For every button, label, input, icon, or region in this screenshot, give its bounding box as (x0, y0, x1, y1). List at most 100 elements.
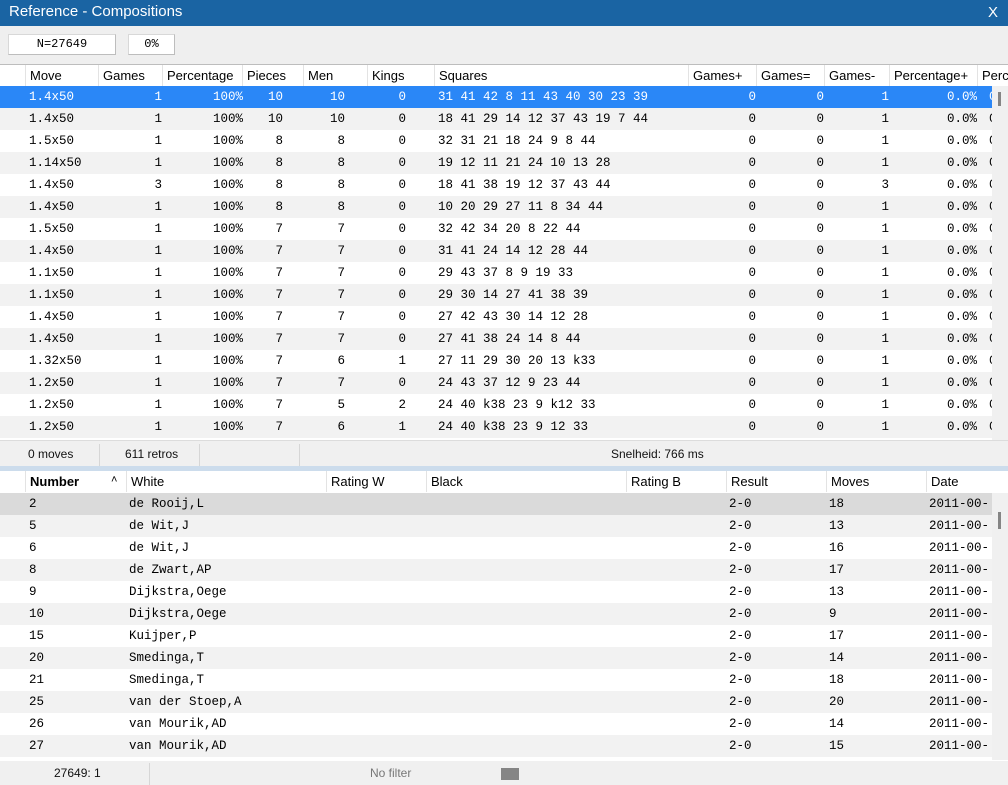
column-header-black[interactable]: Black (426, 471, 626, 492)
moves-table-row[interactable]: 1.5x50 1 100% 7 7 0 32 42 34 20 8 22 44 0 0 1 0.0%… (0, 218, 1008, 240)
column-header-pieces[interactable]: Pieces (242, 65, 303, 86)
column-header-games-plus[interactable]: Games+ (688, 65, 756, 86)
percent-button[interactable]: 0% (128, 34, 175, 55)
column-header-percentage-plus[interactable]: Percentage+ (889, 65, 977, 86)
moves-table-row[interactable]: 1.4x50 3 100% 8 8 0 18 41 38 19 12 37 43 44 0 0 3… (0, 174, 1008, 196)
games-table-row[interactable]: 10 Dijkstra,Oege 2-0 9 2011-00- (0, 603, 1008, 625)
games-table-row[interactable]: 27 van Mourik,AD 2-0 15 2011-00- (0, 735, 1008, 757)
cell-moves: 18 (829, 673, 845, 687)
cell-date: 2011-00- (929, 739, 990, 753)
games-table-row[interactable]: 25 van der Stoep,A 2-0 20 2011-00- (0, 691, 1008, 713)
cell-gmin: 1 (881, 398, 889, 412)
cell-pieces: 7 (275, 222, 283, 236)
column-header-kings[interactable]: Kings (367, 65, 434, 86)
games-table-row[interactable]: 2 de Rooij,L 2-0 18 2011-00- (0, 493, 1008, 515)
cell-squares: 24 40 k38 23 9 12 33 (438, 420, 589, 434)
cell-men: 7 (337, 244, 345, 258)
cell-rating-b (629, 735, 724, 757)
games-table-row[interactable]: 5 de Wit,J 2-0 13 2011-00- (0, 515, 1008, 537)
cell-date: 2011-00- (929, 585, 990, 599)
games-scroll-thumb[interactable] (998, 512, 1001, 529)
cell-number: 26 (29, 717, 45, 731)
cell-pieces: 8 (275, 134, 283, 148)
moves-table-row[interactable]: 1.2x50 1 100% 7 7 0 24 43 37 12 9 23 44 0 0 1 0.0%… (0, 372, 1008, 394)
cell-black (429, 537, 624, 559)
column-header-games[interactable]: Games (98, 65, 162, 86)
column-header-percentage[interactable]: Percentage (162, 65, 242, 86)
moves-vertical-scrollbar[interactable] (992, 86, 1008, 440)
moves-table-row[interactable]: 1.4x50 1 100% 10 10 0 31 41 42 8 11 43 40 30 2… (0, 86, 1008, 108)
games-table-row[interactable]: 21 Smedinga,T 2-0 18 2011-00- (0, 669, 1008, 691)
moves-scroll-thumb[interactable] (998, 92, 1001, 106)
games-table-row[interactable]: 9 Dijkstra,Oege 2-0 13 2011-00- (0, 581, 1008, 603)
cell-games: 1 (154, 200, 162, 214)
cell-pctplus: 0.0% (946, 420, 977, 434)
cell-games: 1 (154, 112, 162, 126)
cell-move: 1.4x50 (29, 178, 75, 192)
column-header-number[interactable]: Number ˄ (25, 471, 126, 492)
cell-rating-w (329, 625, 424, 647)
games-table-row[interactable]: 20 Smedinga,T 2-0 14 2011-00- (0, 647, 1008, 669)
cell-move: 1.32x50 (29, 354, 82, 368)
moves-table-row[interactable]: 1.32x50 1 100% 7 6 1 27 11 29 30 20 13 k33 0 0 1 0… (0, 350, 1008, 372)
cell-games: 1 (154, 266, 162, 280)
cell-games: 1 (154, 134, 162, 148)
cell-gmin: 1 (881, 200, 889, 214)
cell-move: 1.4x50 (29, 90, 75, 104)
cell-date: 2011-00- (929, 629, 990, 643)
moves-table-row[interactable]: 1.4x50 1 100% 7 7 0 27 42 43 30 14 12 28 0 0 1 0.0… (0, 306, 1008, 328)
cell-geq: 0 (816, 244, 824, 258)
filter-indicator[interactable] (501, 768, 519, 780)
cell-rating-w (329, 515, 424, 537)
cell-games: 1 (154, 376, 162, 390)
cell-games: 1 (154, 398, 162, 412)
moves-table-row[interactable]: 1.4x50 1 100% 10 10 0 18 41 29 14 12 37 43 19 … (0, 108, 1008, 130)
moves-table-row[interactable]: 1.5x50 1 100% 8 8 0 32 31 21 18 24 9 8 44 0 0 1 0.… (0, 130, 1008, 152)
cell-kings: 2 (398, 398, 406, 412)
cell-number: 2 (29, 497, 37, 511)
cell-games: 1 (154, 332, 162, 346)
moves-table-row[interactable]: 1.2x50 1 100% 7 5 2 24 40 k38 23 9 k12 33 0 0 1 0.… (0, 394, 1008, 416)
moves-table-row[interactable]: 1.4x50 1 100% 7 7 0 27 41 38 24 14 8 44 0 0 1 0.0%… (0, 328, 1008, 350)
cell-men: 7 (337, 376, 345, 390)
column-header-date[interactable]: Date (926, 471, 1008, 492)
column-header-men[interactable]: Men (303, 65, 367, 86)
cell-pct: 100% (212, 134, 243, 148)
column-header-games-equal[interactable]: Games= (756, 65, 824, 86)
cell-number: 27 (29, 739, 45, 753)
moves-table-row[interactable]: 1.1x501100%77029 43 37 8 9 19 330010.0%0 (0, 262, 1008, 284)
column-header-result[interactable]: Result (726, 471, 826, 492)
column-header-squares[interactable]: Squares (434, 65, 688, 86)
cell-squares: 24 43 37 12 9 23 44 (438, 376, 581, 390)
moves-table-row[interactable]: 1.4x50 1 100% 7 7 0 31 41 24 14 12 28 44 0 0 1 0.0… (0, 240, 1008, 262)
cell-white: de Wit,J (129, 541, 190, 555)
cell-pieces: 7 (275, 376, 283, 390)
close-button[interactable]: X (988, 4, 998, 21)
moves-count: 0 moves (28, 447, 74, 461)
column-header-perc[interactable]: Perc (977, 65, 1008, 86)
column-header-white[interactable]: White (126, 471, 326, 492)
games-vertical-scrollbar[interactable] (992, 493, 1008, 760)
cell-pct: 100% (212, 288, 243, 302)
moves-table-row[interactable]: 1.14x50 1 100% 8 8 0 19 12 11 21 24 10 13 28 0 0… (0, 152, 1008, 174)
cell-gmin: 1 (881, 420, 889, 434)
cell-number: 15 (29, 629, 45, 643)
games-table-row[interactable]: 26 van Mourik,AD 2-0 14 2011-00- (0, 713, 1008, 735)
column-header-moves[interactable]: Moves (826, 471, 926, 492)
moves-table-row[interactable]: 1.2x50 1 100% 7 6 1 24 40 k38 23 9 12 33 0 0 1 0.0… (0, 416, 1008, 438)
moves-table-row[interactable]: 1.1x50 1 100% 7 7 0 29 30 14 27 41 38 39 0 0 1 0.0… (0, 284, 1008, 306)
moves-table-row[interactable]: 1.4x50 1 100% 8 8 0 10 20 29 27 11 8 34 44 0 0 1 0… (0, 196, 1008, 218)
column-header-move[interactable]: Move (25, 65, 98, 86)
cell-kings: 0 (398, 266, 406, 280)
cell-moves: 9 (829, 607, 837, 621)
cell-move: 1.2x50 (29, 376, 75, 390)
column-header-games-minus[interactable]: Games- (824, 65, 889, 86)
games-table-row[interactable]: 6 de Wit,J 2-0 16 2011-00- (0, 537, 1008, 559)
cell-games: 1 (154, 310, 162, 324)
column-header-rating-w[interactable]: Rating W (326, 471, 426, 492)
count-button[interactable]: N=27649 (8, 34, 116, 55)
cell-pct: 100% (212, 266, 243, 280)
games-table-row[interactable]: 15 Kuijper,P 2-0 17 2011-00- (0, 625, 1008, 647)
column-header-rating-b[interactable]: Rating B (626, 471, 726, 492)
games-table-row[interactable]: 8 de Zwart,AP 2-0 17 2011-00- (0, 559, 1008, 581)
